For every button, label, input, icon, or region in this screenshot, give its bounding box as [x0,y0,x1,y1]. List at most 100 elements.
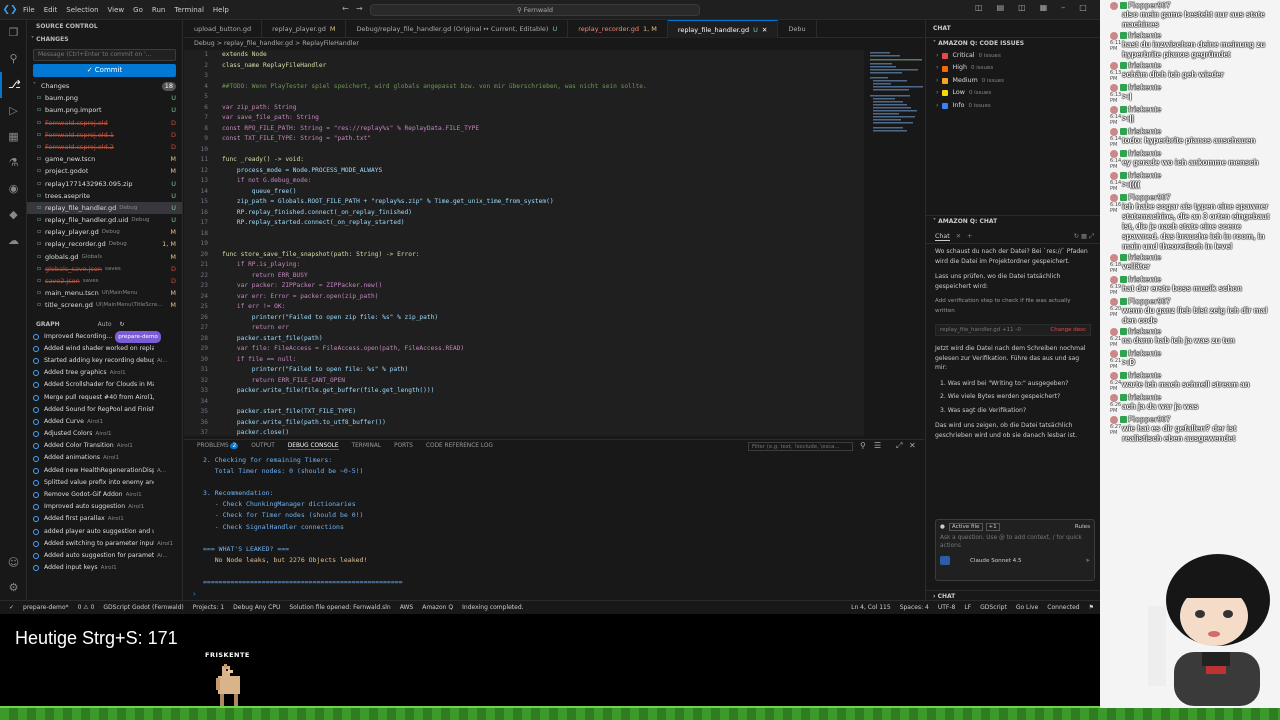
tab-replay-player[interactable]: replay_player.gd M [262,20,347,38]
changed-file-row[interactable]: ▫ title_screen.gd UI\MainMenu\TitleScre...… [27,299,182,311]
menu-view[interactable]: View [108,6,125,14]
commit-row[interactable]: Merge pull request #40 from Airol1/Impl.… [27,392,182,404]
remote-icon[interactable]: ◉ [0,176,27,202]
code-line[interactable]: 20 func store_save_file_snapshot(path: St… [184,250,864,261]
code-line[interactable]: 30 if file == null: [184,355,864,366]
changed-file-row[interactable]: ▫ replay_player.gd Debug M [27,226,182,238]
commit-row[interactable]: Adjusted Colors Airol1 [27,428,182,440]
code-line[interactable]: 26 printerr("Failed to open zip file: %s… [184,313,864,324]
commit-row[interactable]: Added switching to parameter input Airol1 [27,538,182,550]
changed-file-row[interactable]: ▫ game_new.tscn M [27,153,182,165]
amazon-q-icon[interactable]: ◆ [0,202,27,228]
search-icon[interactable]: ⚲ [0,46,27,72]
code-editor[interactable]: 1 extends Node 2 class_name ReplayFileHandl… [184,50,864,436]
tab-upload-button[interactable]: upload_button.gd [184,20,263,38]
commit-message-input[interactable]: Message (Ctrl+Enter to commit on '... [33,49,176,61]
menu-help[interactable]: Help [213,6,229,14]
changed-file-row[interactable]: ▫ trees.aseprite U [27,190,182,202]
status-encoding[interactable]: UTF-8 [938,604,956,611]
code-line[interactable]: 29 var file: FileAccess = FileAccess.ope… [184,344,864,355]
issue-severity-row[interactable]: › Low 0 issues [926,87,1100,99]
model-selector[interactable]: Claude Sonnet 4.5 [970,558,1022,564]
changed-file-row[interactable]: ▫ Fernwald.csproj.old.1 D [27,129,182,141]
changed-file-row[interactable]: ▫ replay_recorder.gd Debug 1, M [27,238,182,250]
changed-file-row[interactable]: ▫ replay1771432963.095.zip U [27,178,182,190]
code-line[interactable]: 2 class_name ReplayFileHandler [184,61,864,72]
commit-row[interactable]: added player auto suggestion and upgra..… [27,526,182,538]
active-file-chip[interactable]: Active file [948,523,983,531]
close-chat-tab-icon[interactable]: ✕ [956,233,961,240]
status-problems[interactable]: 0 ⚠ 0 [78,604,95,611]
code-line[interactable]: 21 if RP.is_playing: [184,260,864,271]
status-aws[interactable]: AWS [400,604,414,611]
code-line[interactable]: 8 const RPO_FILE_PATH: String = "res://re… [184,124,864,135]
changed-file-row[interactable]: ▫ save2.json saves D [27,275,182,287]
commit-row[interactable]: Improved auto suggestion Airol1 [27,501,182,513]
rules-button[interactable]: Rules [1075,524,1090,530]
tab-replay-file-handler[interactable]: replay_file_handler.gd U ✕ [667,20,779,38]
commit-row[interactable]: Added Scrollshader for Clouds in MainMen… [27,379,182,391]
changed-file-row[interactable]: ▫ Fernwald.csproj.old D [27,117,182,129]
changed-file-row[interactable]: ▫ globals_save.json saves D [27,263,182,275]
testing-icon[interactable]: ⚗ [0,150,27,176]
change-description-button[interactable]: Change desc [1050,327,1086,333]
commit-button[interactable]: ✓ Commit [33,64,176,77]
refresh-icon[interactable]: ↻ [120,318,125,331]
commit-row[interactable]: Added new HealthRegenerationDisplay A... [27,465,182,477]
status-amazon-q[interactable]: Amazon Q [422,604,453,611]
close-panel-icon[interactable]: ✕ [909,441,916,450]
tab-problems[interactable]: PROBLEMS 2 [197,443,239,449]
back-arrow-icon[interactable]: ← [342,4,349,13]
commit-row[interactable]: Added first parallax Airol1 [27,513,182,525]
code-line[interactable]: 7 var save_file_path: String [184,113,864,124]
minimize-icon[interactable]: – [1061,3,1065,12]
commit-row[interactable]: Added auto suggestion for parameters Ai..… [27,550,182,562]
code-line[interactable]: 3 [184,71,864,82]
status-cursor-position[interactable]: Ln 4, Col 115 [851,604,891,611]
menu-edit[interactable]: Edit [44,6,58,14]
commit-row[interactable]: Splitted value prefix into enemy and obj… [27,477,182,489]
menu-file[interactable]: File [23,6,35,14]
code-line[interactable]: 11 func _ready() -> void: [184,155,864,166]
tab-replay-file-handler-diff[interactable]: Debug/replay_file_handler.gd (Original ↔… [346,20,569,38]
maximize-panel-icon[interactable]: ⤢ [896,441,902,451]
tab-terminal[interactable]: TERMINAL [352,443,381,449]
explorer-icon[interactable]: ❐ [0,20,27,46]
issue-severity-row[interactable]: › Info 0 issues [926,100,1100,112]
close-tab-icon[interactable]: ✕ [762,26,767,34]
code-line[interactable]: 28 packer.start_file(path) [184,334,864,345]
account-icon[interactable]: ☺ [0,550,27,576]
changed-file-row[interactable]: ▫ replay_file_handler.gd Debug U [27,201,182,215]
layout-secondary-icon[interactable]: ◫ [1018,3,1026,12]
menu-run[interactable]: Run [152,6,165,14]
tab-debug-console[interactable]: DEBUG CONSOLE [287,443,339,450]
issue-severity-row[interactable]: › Critical 0 issues [926,50,1100,62]
commit-row[interactable]: Remove Godot-Gif Addon Airol1 [27,489,182,501]
code-line[interactable]: 13 if not G.debug_mode: [184,176,864,187]
file-change-card[interactable]: replay_file_handler.gd +11 -0 Change des… [935,324,1091,336]
chat-history-icon[interactable]: ↻ ▦ ⤢ [1074,233,1094,241]
code-line[interactable]: 23 var packer: ZIPPacker = ZIPPacker.new… [184,281,864,292]
send-icon[interactable]: ➤ [1085,558,1090,564]
code-line[interactable]: 14 queue_free() [184,187,864,198]
code-line[interactable]: 27 return err [184,323,864,334]
code-line[interactable]: 34 [184,397,864,408]
settings-gear-icon[interactable]: ⚙ [0,575,27,601]
status-go-live[interactable]: Go Live [1016,604,1038,611]
notifications-bell-icon[interactable]: ⚑ [1089,604,1094,611]
tab-ports[interactable]: PORTS [394,443,413,449]
menu-terminal[interactable]: Terminal [174,6,204,14]
source-control-icon[interactable]: ⎇ [0,72,27,98]
code-line[interactable]: 19 [184,239,864,250]
changed-file-row[interactable]: ▫ replay_file_handler.gd.uid Debug U [27,214,182,226]
tab-chat[interactable]: CHAT [926,20,1100,38]
menu-go[interactable]: Go [133,6,143,14]
issue-severity-row[interactable]: › Medium 0 issues [926,75,1100,87]
commit-row[interactable]: Added Curve Airol1 [27,416,182,428]
extensions-icon[interactable]: ▦ [0,124,27,150]
code-line[interactable]: 4 ##TODO: Wenn PlayTester spiel speichert… [184,82,864,93]
status-language-mode[interactable]: GDScript [980,604,1007,611]
changed-file-row[interactable]: ▫ baum.png.import U [27,104,182,116]
maximize-icon[interactable]: □ [1079,3,1087,12]
layout-sidebar-icon[interactable]: ◫ [975,3,983,12]
